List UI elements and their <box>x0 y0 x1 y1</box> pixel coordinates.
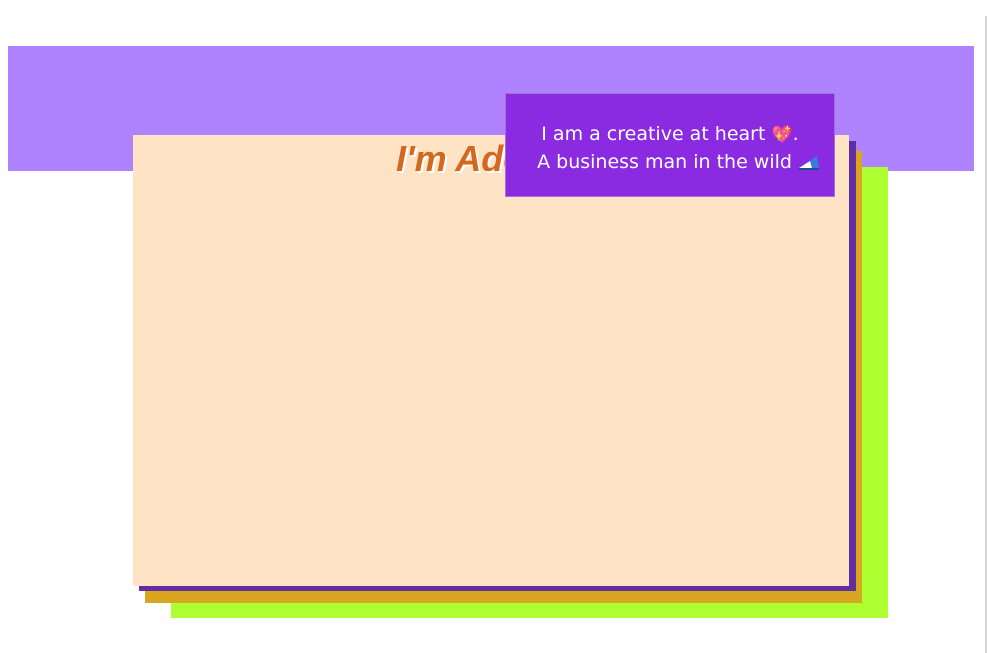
tooltip-line-2-text: A business man in the wild <box>537 151 792 173</box>
intro-tooltip: I am a creative at heart 💖. A business m… <box>505 93 835 197</box>
tooltip-line-2: A business man in the wild <box>506 149 834 176</box>
intro-card <box>133 135 849 586</box>
tooltip-line-1-end: . <box>792 123 799 145</box>
wave-icon <box>798 151 820 170</box>
tooltip-line-1: I am a creative at heart 💖. <box>506 121 834 149</box>
heart-icon: 💖 <box>771 125 793 145</box>
tooltip-line-1-text: I am a creative at heart <box>541 123 766 145</box>
